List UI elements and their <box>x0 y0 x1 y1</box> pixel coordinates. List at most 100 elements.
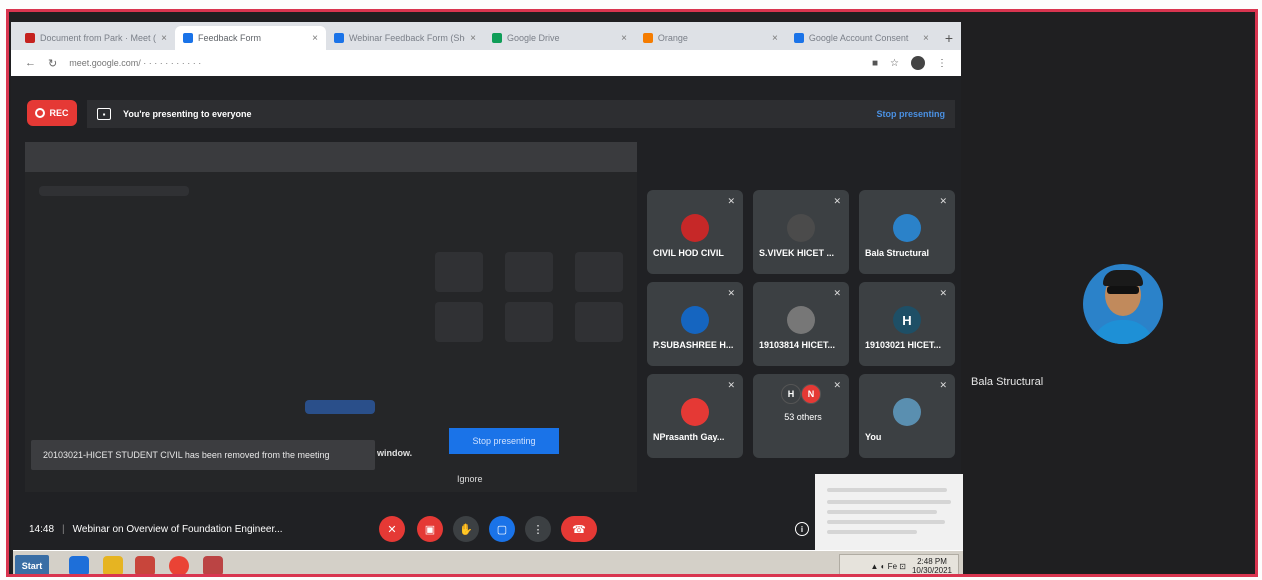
tab-title: Webinar Feedback Form (Sheet) <box>348 33 465 43</box>
tab-close-icon[interactable]: × <box>470 33 476 44</box>
presenting-bar: ▪ You're presenting to everyone Stop pre… <box>87 100 955 128</box>
chrome-icon[interactable] <box>169 556 189 574</box>
url-field[interactable]: meet.google.com/ · · · · · · · · · · · <box>69 58 860 68</box>
browser-tab[interactable]: Google Drive × <box>484 26 635 50</box>
preview-tile <box>505 252 553 292</box>
menu-icon[interactable]: ⋮ <box>937 58 947 69</box>
present-screen-icon: ▪ <box>97 108 111 120</box>
participant-grid: ✕ CIVIL HOD CIVIL ✕ S.VIVEK HICET ... ✕ Bala … <box>647 190 959 460</box>
participant-tile[interactable]: ✕ You <box>859 374 955 458</box>
tab-close-icon[interactable]: × <box>923 33 929 44</box>
hangup-icon: ☎ <box>572 523 586 536</box>
clock-time: 2:48 PM <box>917 557 947 566</box>
tab-favicon-icon <box>642 33 653 43</box>
participant-avatar <box>681 214 709 242</box>
preview-tile <box>505 302 553 342</box>
browser-tab[interactable]: Webinar Feedback Form (Sheet) × <box>326 26 484 50</box>
participant-tile[interactable]: ✕ Bala Structural <box>859 190 955 274</box>
participant-name: NPrasanth Gay... <box>653 432 725 442</box>
participant-tile[interactable]: ✕ 19103814 HICET... <box>753 282 849 366</box>
participant-name: 19103021 HICET... <box>865 340 942 350</box>
folder-icon[interactable] <box>103 556 123 574</box>
clock: 2:48 PM 10/30/2021 <box>912 557 952 574</box>
present-button[interactable]: ▢ <box>489 516 515 542</box>
more-options-button[interactable]: ⋮ <box>525 516 551 542</box>
preview-tab-strip <box>25 142 637 172</box>
participant-name: 53 others <box>784 412 822 422</box>
leave-call-button[interactable]: ☎ <box>561 516 597 542</box>
tab-close-icon[interactable]: × <box>312 33 318 44</box>
participant-name: You <box>865 432 882 442</box>
ie-icon[interactable] <box>69 556 89 574</box>
tab-favicon-icon <box>333 33 344 43</box>
participant-avatar <box>681 398 709 426</box>
raise-hand-button[interactable]: ✋ <box>453 516 479 542</box>
record-icon <box>35 108 46 118</box>
mic-muted-icon: ✕ <box>727 196 735 206</box>
browser-window: Document from Park · Meet (1) × Feedback F… <box>11 22 963 574</box>
start-button[interactable]: Start <box>15 555 49 574</box>
rec-badge: REC <box>27 100 77 126</box>
rec-label: REC <box>49 108 69 118</box>
media-player-icon[interactable] <box>135 556 155 574</box>
participant-avatar <box>893 398 921 426</box>
meeting-details-icon[interactable]: i <box>795 522 809 536</box>
participant-tile[interactable]: ✕ NPrasanth Gay... <box>647 374 743 458</box>
tab-title: Feedback Form <box>198 33 262 43</box>
browser-tab[interactable]: Orange × <box>635 26 786 50</box>
tab-favicon-icon <box>491 33 502 43</box>
meeting-time: 14:48 <box>29 524 55 535</box>
mic-muted-icon: ✕ <box>727 380 735 390</box>
present-icon: ▢ <box>496 523 508 536</box>
ignore-button[interactable]: Ignore <box>457 474 483 484</box>
new-tab-button[interactable]: + <box>937 30 961 50</box>
tab-close-icon[interactable]: × <box>161 33 167 44</box>
mic-off-button[interactable]: ✕ <box>379 516 405 542</box>
meeting-info: 14:48 | Webinar on Overview of Foundatio… <box>29 524 283 535</box>
back-icon[interactable]: ← <box>25 57 36 69</box>
participant-name: CIVIL HOD CIVIL <box>653 248 724 258</box>
participant-tile[interactable]: ✕ S.VIVEK HICET ... <box>753 190 849 274</box>
others-initial-avatar: N <box>801 384 821 404</box>
participant-avatar <box>681 306 709 334</box>
reload-icon[interactable]: ↻ <box>48 57 57 70</box>
camera-off-icon: ▣ <box>424 523 436 536</box>
preview-bar <box>39 186 189 196</box>
tab-close-icon[interactable]: × <box>772 33 778 44</box>
participant-tile[interactable]: ✕ H N 53 others <box>753 374 849 458</box>
star-icon[interactable]: ☆ <box>890 58 899 69</box>
tab-close-icon[interactable]: × <box>621 33 627 44</box>
participant-tile[interactable]: ✕ P.SUBASHREE H... <box>647 282 743 366</box>
participant-tile[interactable]: ✕ CIVIL HOD CIVIL <box>647 190 743 274</box>
mic-muted-icon: ✕ <box>833 196 841 206</box>
tab-favicon-icon <box>25 33 35 43</box>
stop-presenting-button[interactable]: Stop presenting <box>449 428 559 454</box>
tab-favicon-icon <box>183 33 193 43</box>
mic-muted-icon: ✕ <box>833 380 841 390</box>
participant-tile[interactable]: ✕ H 19103021 HICET... <box>859 282 955 366</box>
meeting-separator: | <box>62 524 65 535</box>
mic-muted-icon: ✕ <box>939 380 947 390</box>
tab-title: Orange <box>657 33 688 43</box>
participant-avatar: H <box>893 306 921 334</box>
tab-title: Google Drive <box>506 33 560 43</box>
mic-muted-icon: ✕ <box>727 288 735 298</box>
tab-bar: Document from Park · Meet (1) × Feedback F… <box>11 22 961 50</box>
address-bar: ← ↻ meet.google.com/ · · · · · · · · · ·… <box>11 50 961 76</box>
browser-tab[interactable]: Google Account Consent × <box>786 26 937 50</box>
mic-off-icon: ✕ <box>387 523 397 536</box>
avatar-shirt <box>1091 320 1155 344</box>
browser-tab[interactable]: Document from Park · Meet (1) × <box>17 26 175 50</box>
tab-title: Document from Park · Meet (1) <box>40 33 157 43</box>
app-icon[interactable] <box>203 556 223 574</box>
stop-presenting-link[interactable]: Stop presenting <box>876 109 945 119</box>
tray-icons[interactable]: ▲ ◐ Fe ⊡ <box>870 562 905 571</box>
preview-button <box>305 400 375 414</box>
preview-tile <box>435 252 483 292</box>
profile-avatar[interactable] <box>911 56 925 70</box>
camera-off-button[interactable]: ▣ <box>417 516 443 542</box>
participant-name: Bala Structural <box>865 248 930 258</box>
browser-tab[interactable]: Feedback Form × <box>175 26 326 50</box>
windows-taskbar: Start ▲ ◐ Fe ⊡ 2:48 PM 10/30/2021 <box>13 550 963 574</box>
camera-icon[interactable]: ■ <box>872 58 878 69</box>
